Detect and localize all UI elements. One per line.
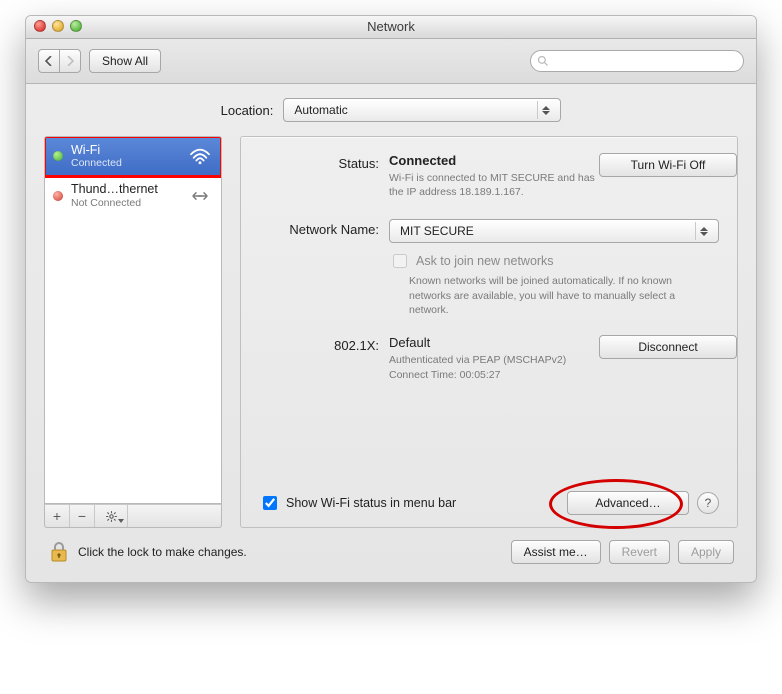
dot1x-time-text: Connect Time: 00:05:27 (389, 368, 599, 382)
gear-icon (105, 510, 118, 523)
service-status: Connected (71, 157, 179, 169)
status-dot-icon (53, 151, 63, 161)
ask-join-checkbox[interactable] (393, 254, 407, 268)
sidebar-item-wifi[interactable]: Wi-Fi Connected (45, 137, 221, 176)
minimize-window-button[interactable] (52, 20, 64, 32)
ask-join-label: Ask to join new networks (416, 254, 554, 268)
close-window-button[interactable] (34, 20, 46, 32)
add-service-button[interactable]: + (45, 505, 70, 527)
ask-join-checkbox-row[interactable]: Ask to join new networks (389, 251, 719, 271)
lock-icon (50, 541, 68, 563)
back-button[interactable] (38, 49, 59, 73)
show-status-checkbox[interactable] (263, 496, 277, 510)
dot1x-label: 802.1X: (259, 335, 389, 353)
revert-button[interactable]: Revert (609, 540, 670, 564)
location-label: Location: (221, 103, 274, 118)
help-button[interactable]: ? (697, 492, 719, 514)
location-value: Automatic (294, 103, 347, 117)
chevron-down-icon (118, 519, 124, 523)
location-popup[interactable]: Automatic (283, 98, 561, 122)
chevron-right-icon (66, 56, 74, 66)
dot1x-value: Default (389, 335, 430, 350)
ask-join-description: Known networks will be joined automatica… (409, 274, 679, 317)
forward-button[interactable] (59, 49, 81, 73)
status-description: Wi-Fi is connected to MIT SECURE and has… (389, 171, 599, 199)
apply-button[interactable]: Apply (678, 540, 734, 564)
zoom-window-button[interactable] (70, 20, 82, 32)
lock-text: Click the lock to make changes. (78, 545, 247, 559)
service-status: Not Connected (71, 197, 179, 209)
window-title: Network (367, 19, 415, 34)
popup-arrows-icon (537, 101, 554, 119)
ethernet-icon (187, 187, 213, 205)
service-name: Wi-Fi (71, 143, 179, 157)
lock-button[interactable] (48, 540, 70, 564)
services-sidebar: Wi-Fi Connected (44, 136, 222, 504)
status-dot-icon (53, 191, 63, 201)
detail-panel: Status: Connected Wi-Fi is connected to … (240, 136, 738, 528)
status-label: Status: (259, 153, 389, 171)
popup-arrows-icon (695, 222, 712, 240)
chevron-left-icon (45, 56, 53, 66)
toolbar: Show All (26, 39, 756, 84)
search-field[interactable] (530, 50, 744, 72)
disconnect-button[interactable]: Disconnect (599, 335, 737, 359)
titlebar: Network (26, 16, 756, 39)
show-all-button[interactable]: Show All (89, 49, 161, 73)
remove-service-button[interactable]: − (70, 505, 95, 527)
sidebar-item-thunderbolt-ethernet[interactable]: Thund…thernet Not Connected (45, 176, 221, 215)
show-status-label: Show Wi-Fi status in menu bar (286, 496, 456, 510)
plus-icon: + (53, 508, 61, 524)
network-name-popup[interactable]: MIT SECURE (389, 219, 719, 243)
advanced-button[interactable]: Advanced… (567, 491, 689, 515)
status-value: Connected (389, 153, 456, 168)
network-name-label: Network Name: (259, 219, 389, 237)
dot1x-auth-text: Authenticated via PEAP (MSCHAPv2) (389, 353, 599, 367)
wifi-toggle-button[interactable]: Turn Wi-Fi Off (599, 153, 737, 177)
service-name: Thund…thernet (71, 182, 179, 196)
minus-icon: − (78, 508, 86, 524)
show-status-checkbox-row[interactable]: Show Wi-Fi status in menu bar (259, 493, 456, 513)
search-icon (537, 55, 549, 67)
search-input[interactable] (549, 53, 737, 69)
network-name-value: MIT SECURE (400, 224, 474, 238)
wifi-icon (187, 147, 213, 165)
network-preferences-window: Network Show All Location: Automatic (25, 15, 757, 583)
assist-me-button[interactable]: Assist me… (511, 540, 601, 564)
service-actions-button[interactable] (95, 505, 128, 527)
